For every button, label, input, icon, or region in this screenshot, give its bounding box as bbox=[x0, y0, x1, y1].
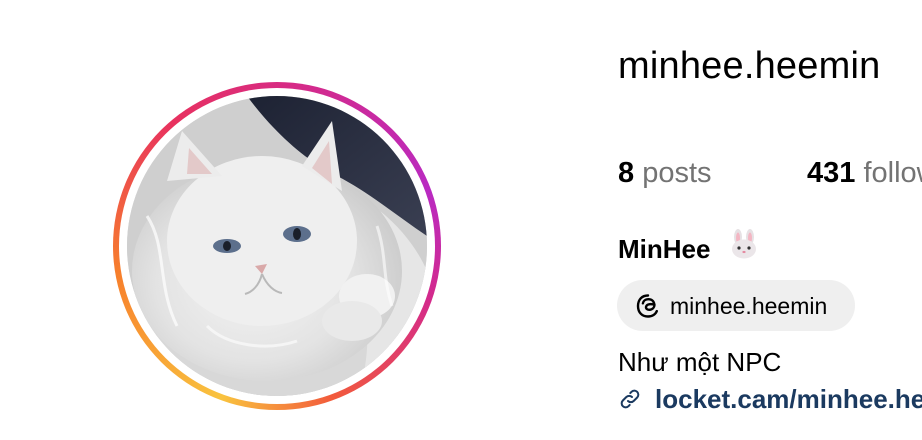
followers-count: 431 bbox=[807, 157, 856, 189]
display-name: MinHee bbox=[618, 229, 760, 270]
threads-button[interactable]: minhee.heemin bbox=[617, 280, 855, 331]
posts-stat: 8 posts bbox=[618, 156, 712, 190]
bio-link-text: locket.cam/minhee.heemin bbox=[655, 383, 922, 414]
avatar[interactable] bbox=[127, 96, 427, 396]
followers-link[interactable]: 431 followers bbox=[807, 156, 922, 190]
followers-label: followers bbox=[863, 157, 922, 189]
profile-header: minhee.heemin 8 posts 431 followers MinH… bbox=[0, 0, 922, 440]
story-ring[interactable] bbox=[113, 82, 441, 410]
bio-link[interactable]: locket.cam/minhee.heemin bbox=[618, 383, 922, 415]
rabbit-face-icon bbox=[728, 229, 760, 267]
link-icon bbox=[620, 389, 640, 409]
display-name-text: MinHee bbox=[618, 234, 711, 264]
posts-label: posts bbox=[642, 157, 712, 189]
posts-count: 8 bbox=[618, 157, 635, 189]
bio-text: Như một NPC bbox=[618, 347, 782, 377]
threads-icon bbox=[636, 293, 658, 318]
threads-handle: minhee.heemin bbox=[670, 292, 828, 319]
username: minhee.heemin bbox=[618, 45, 881, 87]
cat-photo-image bbox=[127, 96, 427, 396]
